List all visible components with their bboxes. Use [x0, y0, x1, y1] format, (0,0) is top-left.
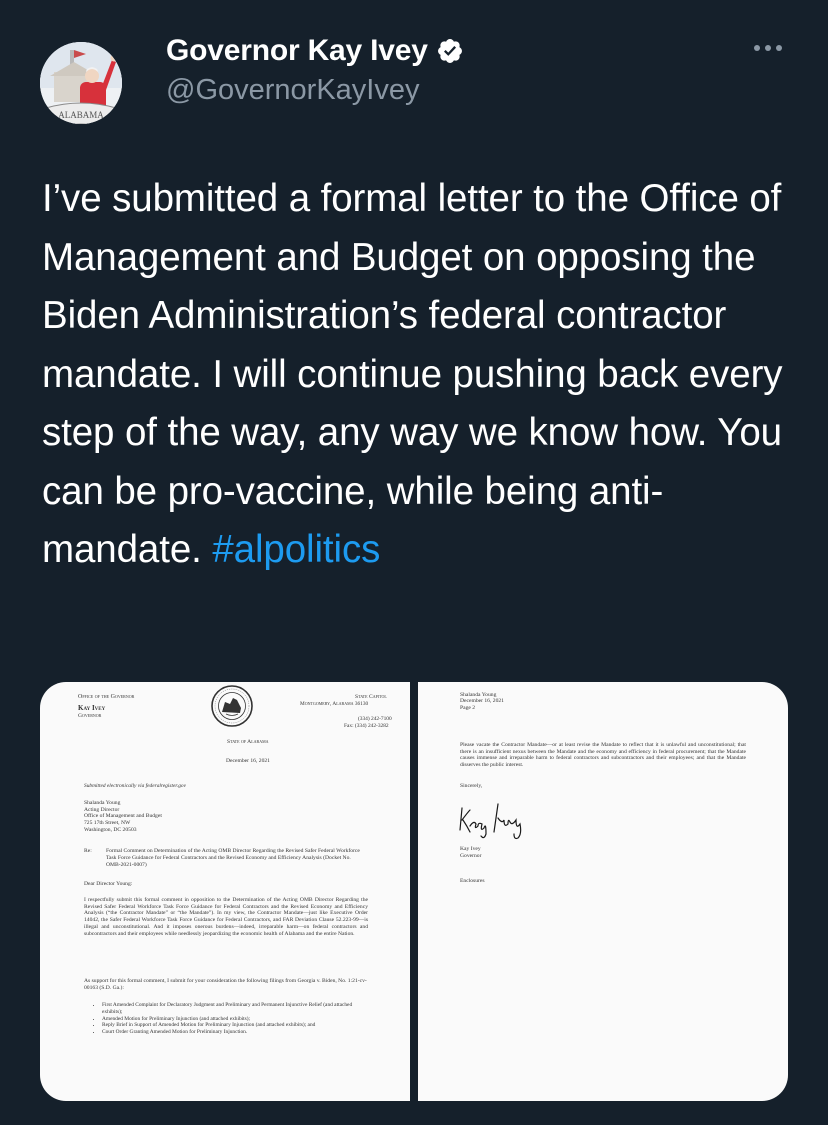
letter-bullet-item: First Amended Complaint for Declaratory … [102, 1002, 368, 1016]
letter-re-label: Re: [84, 848, 92, 854]
letter-bullet-list: First Amended Complaint for Declaratory … [92, 1002, 368, 1036]
signature-icon [459, 803, 522, 840]
letter-enclosures: Enclosures [460, 878, 485, 884]
letter-office: Office of the Governor [78, 694, 135, 700]
author-name[interactable]: Governor Kay Ivey [166, 34, 428, 68]
letter-salutation: Dear Director Young: [84, 881, 133, 887]
letter-closing: Sincerely, [460, 783, 483, 789]
letter-page2-body: Please vacate the Contractor Mandate—or … [460, 742, 746, 768]
letter-page2-header: Shalanda Young December 16, 2021 Page 2 [460, 692, 504, 711]
more-options-icon[interactable] [752, 38, 784, 58]
tweet-body: I’ve submitted a formal letter to the Of… [42, 177, 783, 571]
letter-state: State of Alabama [227, 739, 269, 745]
avatar-text: ALABAMA [58, 110, 104, 120]
letter-governor-title: Governor [78, 713, 102, 719]
letter-city: Montgomery, Alabama 36130 [300, 701, 369, 707]
letter-date: December 16, 2021 [226, 758, 270, 764]
letter-page-1[interactable]: Office of the Governor Kay Ivey Governor… [40, 682, 410, 1101]
letter-re-text: Formal Comment on Determination of the A… [106, 848, 360, 868]
tweet-text: I’ve submitted a formal letter to the Of… [42, 170, 802, 580]
tweet-media[interactable]: Office of the Governor Kay Ivey Governor… [40, 682, 788, 1101]
letter-signer-name: Kay Ivey [460, 846, 481, 852]
letter-governor-name: Kay Ivey [78, 704, 106, 712]
verified-badge-icon [437, 39, 462, 63]
letter-body-paragraph-2: As support for this formal comment, I su… [84, 978, 367, 991]
hashtag-link[interactable]: #alpolitics [212, 528, 380, 571]
author-handle[interactable]: @GovernorKayIvey [166, 74, 419, 107]
letter-signer-title: Governor [460, 853, 482, 859]
letter-fax: Fax: (334) 242-3282 [344, 723, 389, 729]
letter-body-paragraph-1: I respectfully submit this formal commen… [84, 897, 368, 937]
author-name-row[interactable]: Governor Kay Ivey [166, 34, 464, 68]
avatar[interactable]: ALABAMA [40, 42, 122, 124]
letter-capitol: State Capitol [355, 694, 387, 700]
letter-phone: (334) 242-7100 [358, 716, 392, 722]
state-seal-icon [211, 685, 253, 727]
letter-submitted-note: Submitted electronically via federalregi… [84, 783, 186, 789]
letter-page-2[interactable]: Shalanda Young December 16, 2021 Page 2 … [418, 682, 788, 1101]
avatar-image: ALABAMA [40, 42, 122, 124]
letter-address: Shalanda Young Acting Director Office of… [84, 800, 162, 833]
letter-bullet-item: Court Order Granting Amended Motion for … [102, 1029, 368, 1036]
